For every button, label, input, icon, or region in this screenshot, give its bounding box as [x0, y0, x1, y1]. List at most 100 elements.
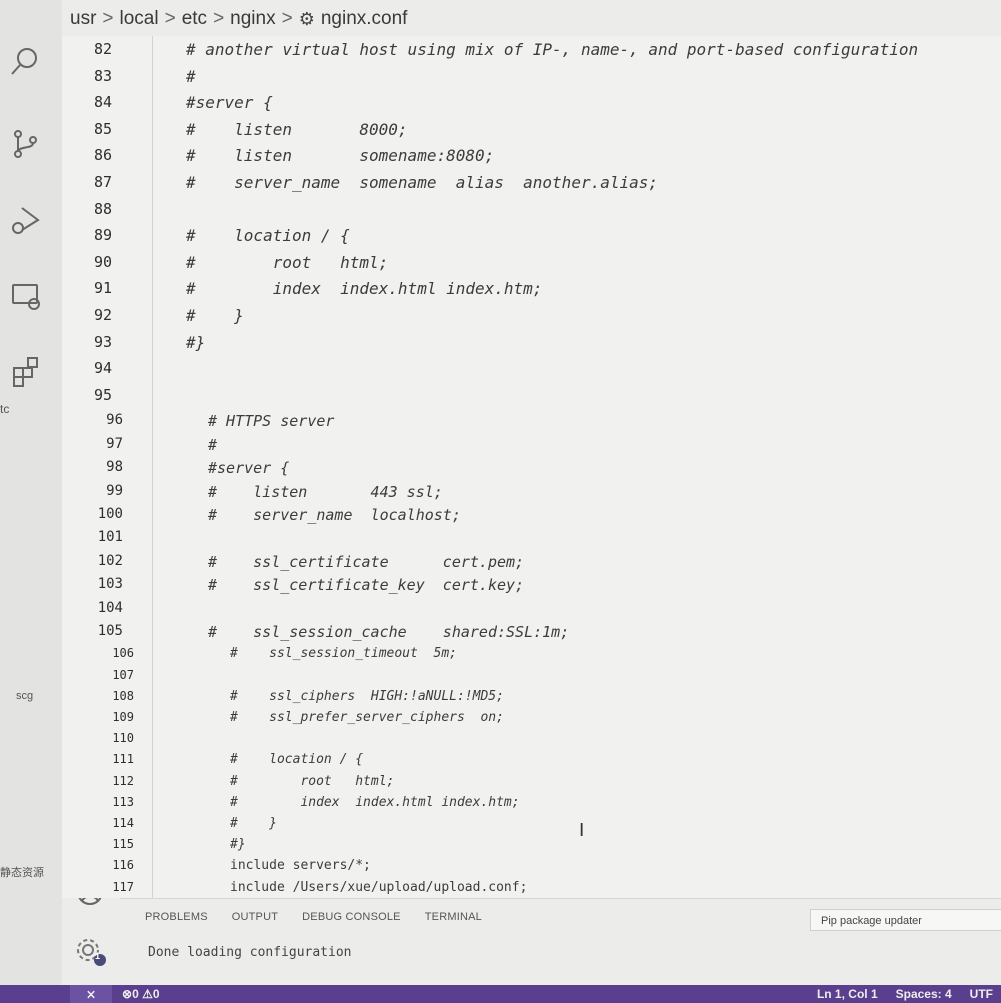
- line-number: 94: [93, 359, 112, 378]
- code-line[interactable]: # ssl_ciphers HIGH:!aNULL:!MD5;: [230, 689, 504, 704]
- code-line[interactable]: # }: [186, 306, 244, 325]
- indent-guide: [152, 36, 153, 898]
- output-log-text: Done loading configuration: [148, 945, 352, 960]
- code-line[interactable]: include /Users/xue/upload/upload.conf;: [230, 880, 527, 895]
- code-area[interactable]: # another virtual host using mix of IP-,…: [152, 36, 1001, 898]
- bottom-panel: PROBLEMS OUTPUT DEBUG CONSOLE TERMINAL P…: [120, 898, 1001, 986]
- code-line[interactable]: #: [186, 67, 196, 86]
- error-icon: ⊗: [122, 987, 133, 1001]
- line-number: 106: [112, 646, 134, 661]
- code-line[interactable]: #server {: [208, 459, 289, 477]
- breadcrumb-item-file[interactable]: nginx.conf: [321, 8, 408, 30]
- line-number: 113: [112, 794, 134, 809]
- line-number: 112: [112, 773, 134, 788]
- tab-output[interactable]: OUTPUT: [232, 911, 278, 923]
- run-debug-icon[interactable]: [6, 200, 46, 240]
- code-line[interactable]: # }: [230, 816, 277, 831]
- line-number: 114: [112, 816, 134, 830]
- code-line[interactable]: # location / {: [186, 226, 350, 245]
- code-line[interactable]: # HTTPS server: [208, 412, 334, 430]
- line-number: 108: [112, 688, 134, 703]
- tab-terminal[interactable]: TERMINAL: [425, 911, 482, 923]
- problems-indicator[interactable]: ⊗0 ⚠0: [122, 985, 160, 1003]
- breadcrumb-item-etc[interactable]: etc: [182, 8, 207, 30]
- code-editor[interactable]: 82 83 84 85 86 87 88 89 90 91 92 93 94 95 96 97 98 99 100 1…: [62, 36, 1001, 898]
- encoding-setting[interactable]: UTF: [970, 985, 993, 1003]
- sidebar-stub-text: scg: [16, 690, 34, 702]
- line-number: 87: [93, 173, 112, 191]
- cursor-position[interactable]: Ln 1, Col 1: [817, 985, 878, 1003]
- line-number: 95: [93, 385, 112, 404]
- line-number: 98: [106, 459, 123, 476]
- error-count: 0: [132, 987, 139, 1001]
- line-number-gutter: 82 83 84 85 86 87 88 89 90 91 92 93 94 95 96 97 98 99 100 1…: [62, 36, 150, 898]
- line-number: 97: [106, 435, 123, 452]
- vscode-window: tc scg 静态资源 1 usr > local > etc > nginx …: [0, 0, 1001, 1003]
- warning-icon: ⚠: [142, 987, 153, 1001]
- remote-explorer-icon[interactable]: [6, 276, 46, 316]
- breadcrumb-item-usr[interactable]: usr: [70, 8, 96, 30]
- code-line[interactable]: # location / {: [230, 752, 363, 767]
- settings-badge: 1: [95, 951, 101, 961]
- activity-bar: tc scg 静态资源 1: [0, 0, 106, 985]
- breadcrumb-separator: >: [213, 8, 225, 29]
- remote-indicator[interactable]: ⨯: [70, 985, 112, 1003]
- extensions-icon[interactable]: [6, 352, 46, 392]
- status-right-group: Ln 1, Col 1 Spaces: 4 UTF: [817, 985, 993, 1003]
- indentation-setting[interactable]: Spaces: 4: [896, 985, 952, 1003]
- output-channel-select[interactable]: Pip package updater: [810, 909, 1001, 931]
- code-line[interactable]: # ssl_certificate cert.pem;: [208, 553, 524, 571]
- line-number: 91: [93, 279, 112, 298]
- mouse-ibeam-cursor-icon: I: [579, 820, 585, 841]
- warning-count: 0: [152, 987, 160, 1001]
- line-number: 99: [106, 482, 123, 499]
- source-control-icon[interactable]: [6, 124, 46, 164]
- code-line[interactable]: # ssl_certificate_key cert.key;: [208, 576, 524, 594]
- line-number: 89: [93, 226, 112, 245]
- code-line[interactable]: # root html;: [230, 774, 394, 789]
- line-number: 86: [93, 146, 112, 165]
- line-number: 88: [93, 199, 112, 218]
- line-number: 90: [93, 252, 112, 271]
- breadcrumb-item-nginx[interactable]: nginx: [230, 8, 275, 30]
- sidebar-stub-text: tc: [0, 402, 10, 416]
- line-number: 83: [93, 66, 112, 85]
- line-number: 82: [93, 40, 112, 58]
- status-bar: ⨯ ⊗0 ⚠0 Ln 1, Col 1 Spaces: 4 UTF: [0, 985, 1001, 1003]
- code-line[interactable]: #}: [186, 333, 205, 352]
- code-line[interactable]: # another virtual host using mix of IP-,…: [186, 40, 918, 59]
- line-number: 93: [93, 332, 112, 351]
- code-line[interactable]: include servers/*;: [230, 858, 371, 873]
- breadcrumb-item-local[interactable]: local: [120, 8, 159, 30]
- tab-debug-console[interactable]: DEBUG CONSOLE: [302, 911, 401, 923]
- code-line[interactable]: # root html;: [186, 253, 388, 272]
- sidebar-stub-text: 静态资源: [0, 867, 44, 879]
- settings-gear-icon[interactable]: 1: [70, 930, 110, 970]
- code-line[interactable]: #server {: [186, 93, 273, 112]
- line-number: 84: [93, 93, 112, 112]
- breadcrumb-separator: >: [164, 8, 176, 29]
- code-line[interactable]: # listen 8000;: [186, 120, 408, 139]
- code-line[interactable]: # listen somename:8080;: [186, 146, 494, 165]
- gear-icon: ⚙: [298, 8, 315, 29]
- code-line[interactable]: #}: [230, 837, 246, 852]
- code-line[interactable]: # index index.html index.htm;: [230, 795, 520, 810]
- tab-problems[interactable]: PROBLEMS: [145, 911, 208, 923]
- code-line[interactable]: # ssl_prefer_server_ciphers on;: [230, 710, 504, 725]
- code-line[interactable]: # server_name localhost;: [208, 506, 461, 524]
- breadcrumb: usr > local > etc > nginx > ⚙ nginx.conf: [70, 5, 407, 33]
- code-line[interactable]: # ssl_session_timeout 5m;: [230, 646, 457, 661]
- line-number: 117: [112, 879, 134, 894]
- line-number: 102: [97, 552, 123, 569]
- line-number: 109: [112, 710, 134, 724]
- line-number: 92: [93, 306, 112, 324]
- code-line[interactable]: # ssl_session_cache shared:SSL:1m;: [208, 623, 569, 641]
- code-line[interactable]: # index index.html index.htm;: [186, 279, 542, 298]
- search-icon[interactable]: [6, 42, 46, 82]
- panel-tabs: PROBLEMS OUTPUT DEBUG CONSOLE TERMINAL: [145, 911, 482, 923]
- line-number: 85: [93, 119, 112, 138]
- code-line[interactable]: # listen 443 ssl;: [208, 483, 443, 501]
- line-number: 107: [112, 667, 134, 682]
- code-line[interactable]: # server_name somename alias another.ali…: [186, 173, 658, 192]
- code-line[interactable]: #: [208, 436, 217, 454]
